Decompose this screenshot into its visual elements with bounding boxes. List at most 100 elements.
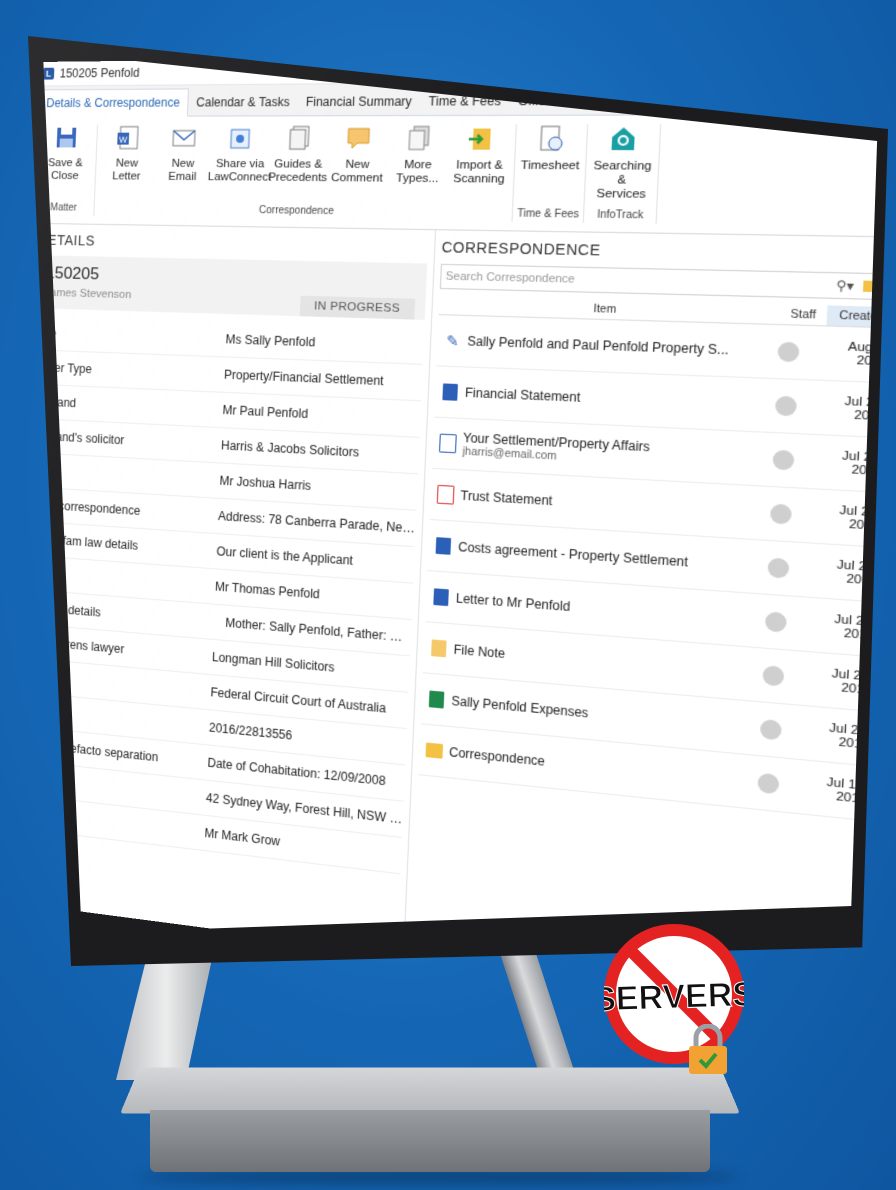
detail-label: Matter Type	[32, 360, 93, 377]
searching-services-button[interactable]: Searching & Services	[590, 124, 656, 202]
import-scanning-button[interactable]: Import & Scanning	[449, 124, 512, 187]
staff-avatar	[774, 395, 798, 417]
ribbon: Save & Close Matter W New Letter New Email Sh…	[42, 114, 878, 238]
base-shadow	[140, 1170, 740, 1184]
detail-value: Longman Hill Solicitors	[211, 649, 335, 675]
app-logo-icon: L	[42, 67, 55, 80]
detail-value: Mother: Sally Penfold, Father: Paul P...	[225, 615, 412, 645]
correspondence-item-title: Letter to Mr Penfold	[455, 590, 571, 615]
servers-text: SERVERS	[604, 975, 744, 1019]
note-file-icon	[431, 639, 447, 658]
file-type-cell	[426, 588, 456, 607]
more-types-button[interactable]: More Types...	[388, 124, 450, 186]
ribbon-group-label: InfoTrack	[596, 209, 644, 222]
file-type-cell	[430, 484, 461, 505]
monitor-base-top	[120, 1067, 740, 1114]
email-file-icon	[438, 433, 457, 454]
timesheet-icon	[536, 124, 566, 159]
word-file-icon	[442, 383, 458, 401]
staff-avatar	[777, 341, 800, 363]
correspondence-item-title: Correspondence	[448, 744, 546, 769]
detail-value: Ms Sally Penfold	[225, 332, 316, 350]
staff-avatar	[759, 718, 782, 741]
new-letter-button[interactable]: W New Letter	[99, 125, 155, 184]
staff-avatar	[762, 665, 785, 687]
more-docs-icon	[404, 124, 433, 159]
staff-avatar	[767, 557, 790, 579]
correspondence-title-cell: Letter to Mr Penfold	[456, 591, 750, 628]
ribbon-button-label: New Email	[168, 157, 197, 184]
svg-text:W: W	[119, 134, 128, 144]
staff-avatar	[757, 772, 780, 795]
staff-avatar	[769, 503, 792, 525]
ribbon-group-time-fees: Timesheet Time & Fees	[512, 124, 589, 223]
new-comment-button[interactable]: New Comment	[328, 124, 388, 185]
pen-file-icon: ✎	[445, 332, 460, 350]
excel-file-icon	[428, 690, 445, 709]
file-type-cell	[419, 742, 449, 760]
file-type-cell	[424, 639, 454, 658]
correspondence-title-cell: Costs agreement - Property Settlement	[458, 540, 752, 574]
detail-value: Our client is the Applicant	[216, 544, 354, 568]
timesheet-button[interactable]: Timesheet	[519, 124, 583, 173]
word-file-icon	[435, 537, 452, 555]
correspondence-title-cell: Correspondence	[449, 745, 742, 789]
monitor-base-front	[150, 1110, 710, 1172]
detail-value: Property/Financial Settlement	[223, 367, 384, 389]
document-stack-icon	[285, 125, 313, 159]
folder-file-icon	[425, 742, 444, 759]
correspondence-title-cell: Your Settlement/Property Affairs jharris@…	[462, 431, 757, 473]
file-type-cell: ✎	[437, 332, 468, 350]
file-type-cell	[433, 433, 464, 454]
email-icon	[171, 125, 198, 158]
staff-avatar	[772, 449, 795, 471]
lock-icon	[689, 1024, 727, 1074]
detail-value: Harris & Jacobs Solicitors	[220, 438, 360, 460]
ribbon-button-label: New Letter	[112, 157, 141, 183]
tab-details-correspondence[interactable]: Details & Correspondence	[42, 88, 190, 117]
detail-value: Mr Paul Penfold	[222, 402, 309, 422]
correspondence-item-title: Financial Statement	[464, 385, 581, 405]
column-staff[interactable]: Staff	[779, 307, 827, 322]
detail-value: Mr Joshua Harris	[219, 473, 312, 494]
share-via-lawconnect-button[interactable]: Share via LawConnect	[208, 125, 272, 185]
guides-precedents-button[interactable]: Guides & Precedents	[268, 125, 328, 186]
detail-value: Mr Thomas Penfold	[214, 579, 321, 602]
word-doc-icon: W	[115, 125, 141, 158]
screen: L 150205 Penfold Details & Correspondenc…	[32, 51, 878, 933]
search-icon[interactable]: ⚲▾	[836, 278, 855, 294]
correspondence-item-title: Trust Statement	[460, 488, 553, 509]
file-type-cell	[428, 537, 458, 556]
detail-label: Husband	[43, 394, 223, 417]
correspondence-panel: CORRESPONDENCE Search Correspondence ⚲▾ …	[403, 230, 878, 933]
ribbon-button-label: Timesheet	[520, 159, 580, 173]
ribbon-button-label: Save & Close	[47, 157, 84, 183]
window-title: 150205 Penfold	[59, 65, 140, 81]
import-icon	[466, 124, 495, 159]
new-email-button[interactable]: New Email	[155, 125, 212, 185]
correspondence-title-cell: File Note	[453, 642, 746, 681]
ribbon-group-label: Correspondence	[258, 204, 335, 218]
file-type-cell	[421, 690, 451, 709]
ribbon-button-label: More Types...	[395, 158, 439, 186]
ribbon-button-label: Guides & Precedents	[268, 158, 328, 185]
correspondence-title-cell: Trust Statement	[460, 488, 754, 520]
correspondence-item-title: File Note	[453, 642, 506, 662]
detail-label: Wife	[43, 326, 226, 347]
correspondence-item-title: Costs agreement - Property Settlement	[457, 539, 689, 570]
correspondence-title-cell: Financial Statement	[465, 385, 760, 412]
tab-calendar-tasks[interactable]: Calendar & Tasks	[188, 89, 298, 116]
comment-icon	[344, 124, 372, 158]
tab-financial-summary[interactable]: Financial Summary	[297, 88, 421, 115]
word-file-icon	[433, 588, 449, 607]
ribbon-button-label: Share via LawConnect	[207, 157, 272, 184]
pdf-file-icon	[436, 484, 455, 505]
ribbon-button-label: Import & Scanning	[452, 159, 505, 186]
matter-card: 150205 James Stevenson IN PROGRESS	[42, 255, 428, 320]
status-badge[interactable]: IN PROGRESS	[299, 295, 416, 320]
correspondence-title-cell: Sally Penfold Expenses	[451, 694, 744, 735]
correspondence-title-cell: Sally Penfold and Paul Penfold Property …	[467, 334, 762, 359]
share-icon	[227, 125, 254, 159]
ribbon-group-label: Time & Fees	[516, 208, 580, 221]
ribbon-group-correspondence: W New Letter New Email Share via LawConnect…	[94, 124, 517, 222]
